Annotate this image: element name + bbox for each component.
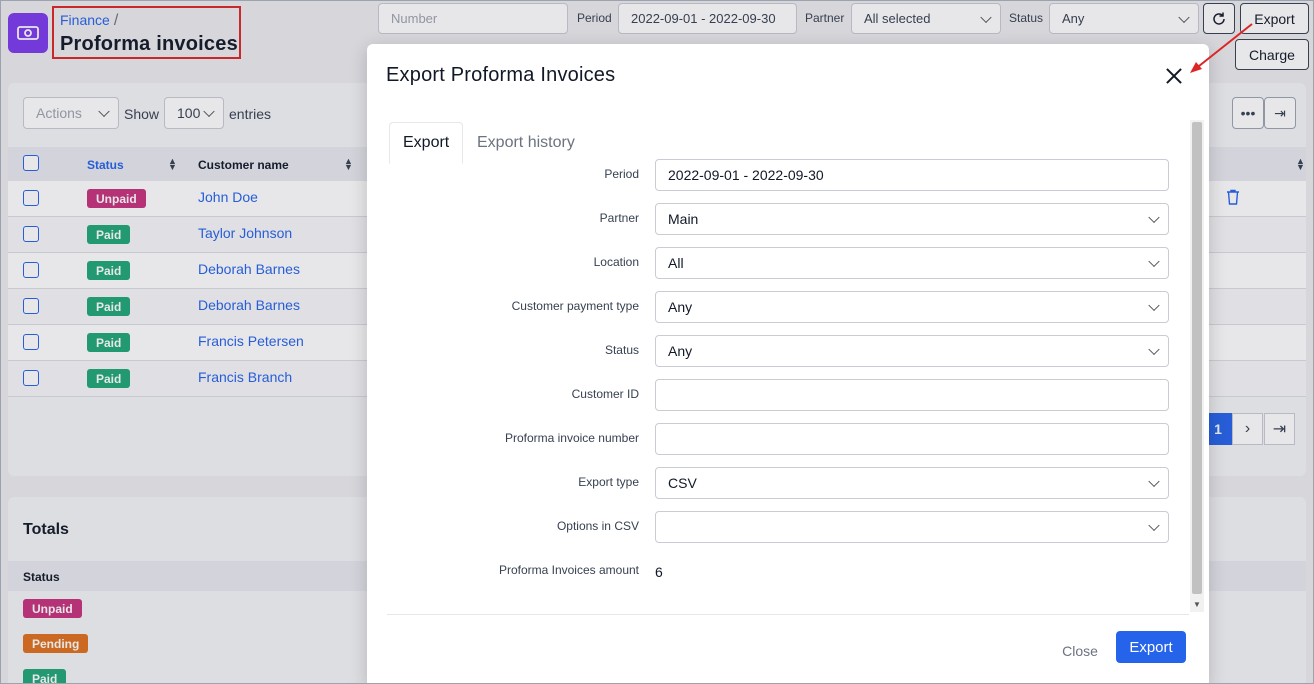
amount-value: 6 (655, 564, 663, 580)
options-csv-label: Options in CSV (556, 519, 639, 533)
chevron-down-icon (1148, 255, 1160, 268)
location-label: Location (593, 255, 639, 269)
modal-title: Export Proforma Invoices (386, 64, 616, 86)
modal-scrollbar[interactable]: ▼ (1190, 120, 1204, 612)
amount-label: Proforma Invoices amount (498, 563, 639, 577)
period-field[interactable]: 2022-09-01 - 2022-09-30 (655, 159, 1169, 191)
export-type-label: Export type (578, 475, 639, 489)
partner-select[interactable]: Main (655, 203, 1169, 235)
partner-value: Main (668, 211, 699, 227)
customer-id-field[interactable] (655, 379, 1169, 411)
tab-export[interactable]: Export (389, 122, 464, 164)
export-modal: Export Proforma Invoices Export Export h… (367, 44, 1209, 684)
customer-id-label: Customer ID (571, 387, 639, 401)
modal-footer-divider (387, 614, 1189, 615)
status-value: Any (668, 343, 693, 359)
scrollbar-thumb[interactable] (1192, 122, 1202, 594)
location-value: All (668, 255, 684, 271)
scroll-down-icon[interactable]: ▼ (1193, 600, 1201, 609)
export-type-value: CSV (668, 475, 697, 491)
payment-type-select[interactable]: Any (655, 291, 1169, 323)
location-select[interactable]: All (655, 247, 1169, 279)
status-select[interactable]: Any (655, 335, 1169, 367)
export-submit-button[interactable]: Export (1116, 631, 1186, 663)
invoice-number-field[interactable] (655, 423, 1169, 455)
chevron-down-icon (1148, 211, 1160, 224)
invoice-number-label: Proforma invoice number (504, 431, 639, 445)
chevron-down-icon (1148, 519, 1160, 532)
close-button[interactable]: Close (1055, 635, 1105, 667)
tab-export-history[interactable]: Export history (464, 122, 588, 164)
export-type-select[interactable]: CSV (655, 467, 1169, 499)
close-icon[interactable] (1162, 64, 1186, 88)
chevron-down-icon (1148, 475, 1160, 488)
options-csv-select[interactable] (655, 511, 1169, 543)
chevron-down-icon (1148, 299, 1160, 312)
payment-type-label: Customer payment type (511, 299, 639, 313)
status-label: Status (604, 343, 639, 357)
period-label: Period (604, 167, 639, 181)
chevron-down-icon (1148, 343, 1160, 356)
partner-label: Partner (599, 211, 639, 225)
payment-type-value: Any (668, 299, 693, 315)
